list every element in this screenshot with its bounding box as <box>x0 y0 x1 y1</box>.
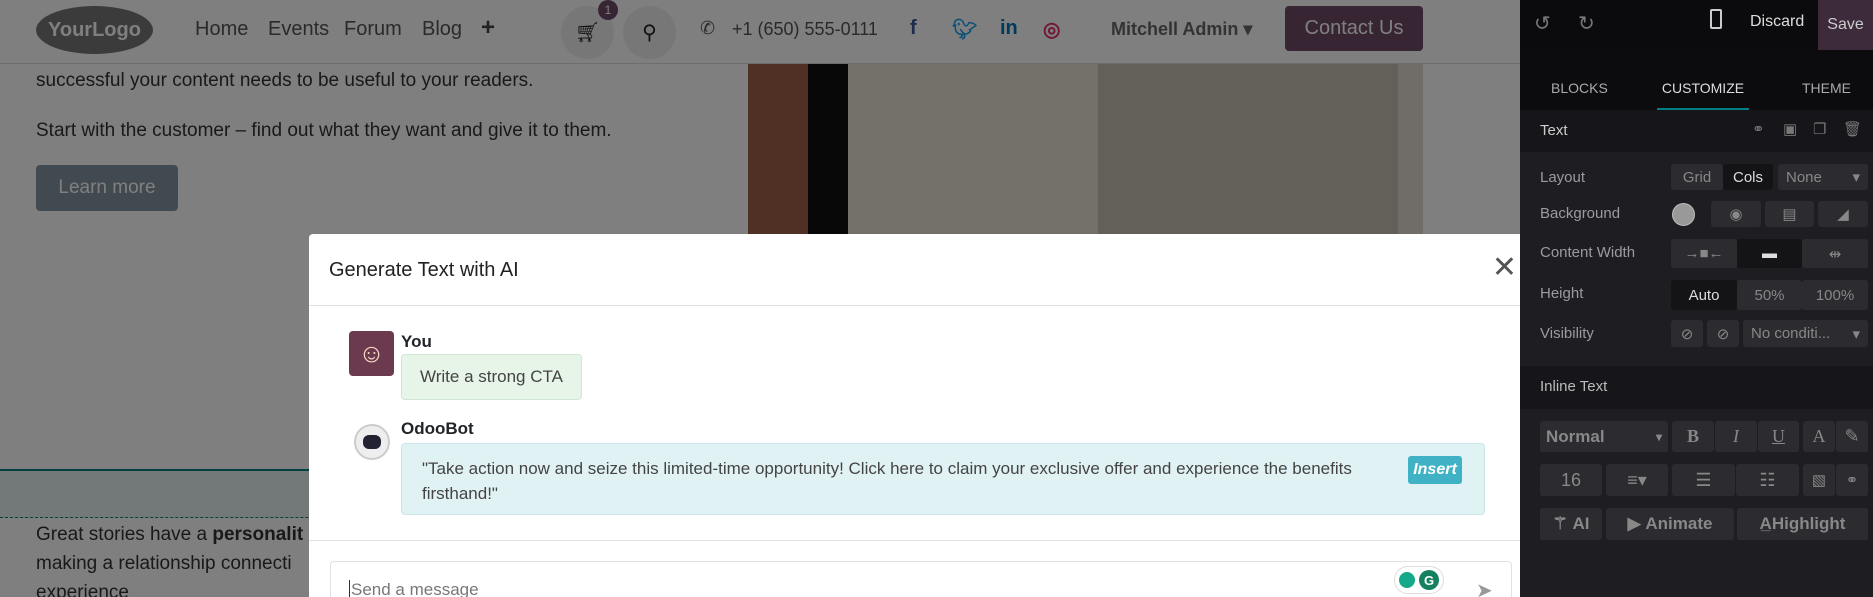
highlight-color-icon[interactable]: ✎ <box>1836 421 1868 452</box>
width-regular-icon[interactable]: ▬ <box>1737 239 1802 268</box>
mobile-preview-icon[interactable] <box>1710 9 1722 29</box>
bold-icon[interactable]: B <box>1672 421 1714 452</box>
font-size-input[interactable]: 16 <box>1540 464 1602 496</box>
inline-text-header: Inline Text <box>1520 366 1873 409</box>
height-50[interactable]: 50% <box>1737 280 1802 310</box>
save-block-icon[interactable]: ▣ <box>1783 120 1797 138</box>
inline-text-title: Inline Text <box>1540 378 1608 395</box>
discard-button[interactable]: Discard <box>1750 13 1804 31</box>
message-author: You <box>401 332 432 351</box>
italic-icon[interactable]: I <box>1715 421 1757 452</box>
save-button[interactable]: Save <box>1818 0 1873 50</box>
link-icon[interactable]: ⚭ <box>1836 464 1868 496</box>
tab-customize[interactable]: CUSTOMIZE <box>1657 80 1749 110</box>
dialog-title: Generate Text with AI <box>329 259 519 281</box>
lightbulb-icon <box>1399 572 1415 588</box>
underline-icon[interactable]: U <box>1758 421 1799 452</box>
highlight-icon: A̲ <box>1759 514 1772 533</box>
animate-button[interactable]: ▶ Animate <box>1606 508 1734 540</box>
grammarly-widget[interactable]: G <box>1394 566 1444 594</box>
tab-blocks[interactable]: BLOCKS <box>1551 80 1608 96</box>
visibility-label: Visibility <box>1540 325 1594 342</box>
section-title: Text <box>1540 122 1568 139</box>
background-color-picker[interactable] <box>1672 203 1695 226</box>
highlight-button[interactable]: A̲ Highlight <box>1737 508 1868 540</box>
height-100[interactable]: 100% <box>1802 280 1868 310</box>
website-page: YourLogo Home Events Forum Blog + 🛒︎ 1 ⚲… <box>0 0 1520 597</box>
camera-icon[interactable]: ◉ <box>1711 201 1761 227</box>
undo-icon[interactable]: ↺ <box>1534 11 1551 36</box>
magic-wand-icon: ⚚ <box>1552 514 1573 533</box>
play-icon: ▶ <box>1627 514 1646 533</box>
gradient-icon[interactable]: ◢ <box>1818 201 1868 227</box>
grammarly-icon: G <box>1419 570 1439 590</box>
redo-icon[interactable]: ↻ <box>1578 11 1595 36</box>
user-avatar: ☺ <box>349 331 394 376</box>
ai-dialog: Generate Text with AI ✕ ☺ You Write a st… <box>309 234 1520 597</box>
layout-label: Layout <box>1540 169 1586 186</box>
dialog-header: Generate Text with AI ✕ <box>309 234 1520 306</box>
link-icon[interactable]: ⚭ <box>1752 120 1765 138</box>
insert-button[interactable]: Insert <box>1408 456 1462 484</box>
style-select[interactable]: Normal ▾ <box>1540 421 1668 452</box>
hide-desktop-icon[interactable]: ⊘ <box>1671 320 1703 347</box>
width-full-icon[interactable]: ⇹ <box>1802 239 1868 268</box>
visibility-select[interactable]: No conditi... ▾ <box>1743 320 1868 347</box>
editor-sidebar: ↺ ↻ Discard Save BLOCKS CUSTOMIZE THEME … <box>1520 0 1873 597</box>
height-auto[interactable]: Auto <box>1671 280 1737 310</box>
layout-cols[interactable]: Cols <box>1723 164 1773 190</box>
hide-mobile-icon[interactable]: ⊘ <box>1707 320 1739 347</box>
user-message-bubble: Write a strong CTA <box>401 354 582 400</box>
sidebar-topbar: ↺ ↻ Discard Save <box>1520 0 1873 50</box>
message-author: OdooBot <box>401 419 474 438</box>
message-placeholder: Send a message <box>349 580 479 597</box>
video-icon[interactable]: ▤ <box>1765 201 1814 227</box>
tab-theme[interactable]: THEME <box>1802 80 1851 96</box>
bot-message-bubble: "Take action now and seize this limited-… <box>401 443 1485 515</box>
layout-grid[interactable]: Grid <box>1671 164 1723 190</box>
font-color-icon[interactable]: A <box>1803 421 1835 452</box>
ai-button[interactable]: ⚚ AI <box>1540 508 1602 540</box>
message-input[interactable]: Send a message G ➤ <box>330 561 1512 597</box>
layout-select[interactable]: None ▾ <box>1778 164 1868 190</box>
odoobot-avatar <box>354 424 390 460</box>
divider <box>309 540 1520 541</box>
background-label: Background <box>1540 205 1621 222</box>
trash-icon[interactable]: 🗑︎ <box>1843 120 1862 138</box>
sidebar-tabs: BLOCKS CUSTOMIZE THEME <box>1520 50 1873 110</box>
content-width-label: Content Width <box>1540 244 1636 261</box>
image-icon[interactable]: ▧ <box>1803 464 1835 496</box>
align-icon[interactable]: ≡▾ <box>1606 464 1668 496</box>
height-label: Height <box>1540 285 1584 302</box>
section-header: Text ⚭ ▣ ❐ 🗑︎ <box>1520 110 1873 152</box>
bullet-list-icon[interactable]: ☰ <box>1672 464 1735 496</box>
duplicate-icon[interactable]: ❐ <box>1813 120 1826 138</box>
close-icon[interactable]: ✕ <box>1492 250 1517 285</box>
width-small-icon[interactable]: →■← <box>1671 239 1737 268</box>
send-icon[interactable]: ➤ <box>1476 578 1493 597</box>
numbered-list-icon[interactable]: ☷ <box>1736 464 1799 496</box>
